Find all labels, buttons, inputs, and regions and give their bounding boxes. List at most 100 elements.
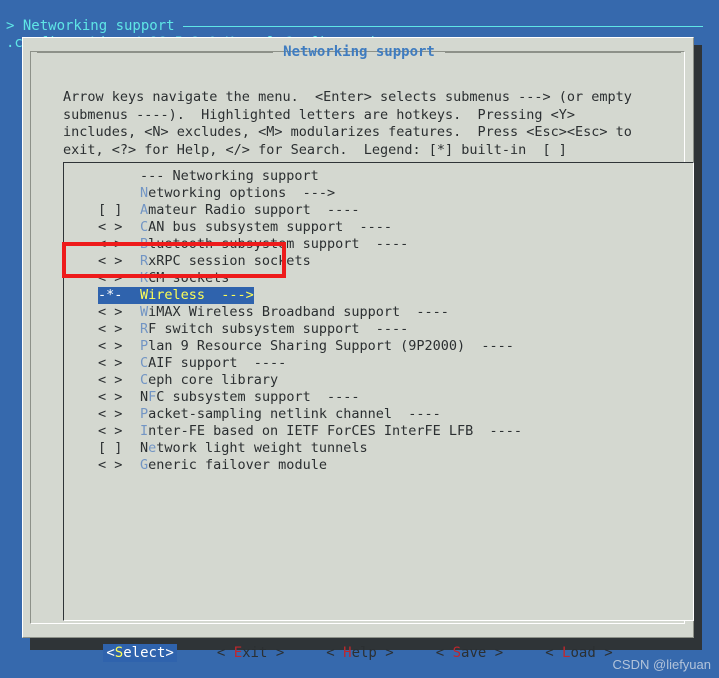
dialog-title-rule-left xyxy=(37,51,274,53)
button-bracket-close: > xyxy=(267,644,285,661)
button-hotkey: H xyxy=(343,644,352,661)
menu-item-submenu-marker: ---- xyxy=(310,202,360,218)
menu-item[interactable]: < > WiMAX Wireless Broadband support ---- xyxy=(64,304,693,321)
menu-item[interactable]: -*- Wireless ---> xyxy=(64,287,693,304)
menu-item-selection-highlight: -*- Wireless ---> xyxy=(98,287,254,304)
menu-item-hotkey: K xyxy=(140,270,149,286)
menu-item-submenu-marker: ---- xyxy=(400,304,449,320)
menu-item[interactable]: < > CAN bus subsystem support ---- xyxy=(64,219,693,236)
menu-item[interactable]: < > Ceph core library xyxy=(64,372,693,389)
menu-item-flag: < > xyxy=(98,372,123,388)
menu-item-flag: < > xyxy=(98,304,123,320)
menu-item-submenu-marker: ---- xyxy=(359,236,409,252)
breadcrumb-text: > Networking support xyxy=(6,17,175,34)
menu-item-hotkey: P xyxy=(140,338,149,354)
menuconfig-dialog: Networking support Arrow keys navigate t… xyxy=(22,37,694,663)
menu-item-label: iMAX Wireless Broadband support xyxy=(148,304,401,320)
breadcrumb: > Networking support xyxy=(6,17,711,35)
menu-item-label: lan 9 Resource Sharing Support (9P2000) xyxy=(148,338,466,354)
menu-item-label: Networking support xyxy=(172,168,319,184)
menu-item-submenu-marker: ---> xyxy=(286,185,336,201)
menu-item-hotkey: R xyxy=(140,321,149,337)
menu-item-label: luetooth subsystem support xyxy=(148,236,360,252)
menu-item[interactable]: < > RF switch subsystem support ---- xyxy=(64,321,693,338)
menu-item-label: mateur Radio support xyxy=(148,202,311,218)
menu-item[interactable]: < > KCM sockets xyxy=(64,270,693,287)
menu-item-hotkey: N xyxy=(140,185,149,201)
menu-item-label: etworking options xyxy=(148,185,287,201)
button-hotkey: S xyxy=(452,644,462,661)
menu-item-flag: < > xyxy=(98,253,123,269)
menu-item[interactable]: --- Networking support xyxy=(64,168,693,185)
menu-item-flag: -*- xyxy=(98,287,123,303)
button-label: ave xyxy=(461,644,487,661)
dialog-title-rule-right xyxy=(444,51,681,53)
menu-item-submenu-marker: ---- xyxy=(465,338,514,354)
menu-item-hotkey: I xyxy=(140,423,149,439)
menu-item[interactable]: [ ] Amateur Radio support ---- xyxy=(64,202,693,219)
help-button[interactable]: < Help > xyxy=(324,644,395,663)
button-bar: <Select> < Exit > < Help > < Save > < Load > xyxy=(23,638,695,668)
menu-item-flag: < > xyxy=(98,423,123,439)
menu-item-hotkey: G xyxy=(140,457,149,473)
exit-button[interactable]: < Exit > xyxy=(215,644,286,663)
menu-item[interactable]: < > Packet-sampling netlink channel ---- xyxy=(64,406,693,423)
menu-item[interactable]: Networking options ---> xyxy=(64,185,693,202)
menu-list-box: --- Networking support Networking options… xyxy=(63,162,694,621)
menu-item-hotkey: C xyxy=(140,372,149,388)
menu-item-label: ireless xyxy=(148,287,206,303)
button-bracket-open: < xyxy=(435,644,453,661)
load-button[interactable]: < Load > xyxy=(543,644,614,663)
dialog-title: Networking support xyxy=(283,43,435,60)
menu-item-hotkey: W xyxy=(140,287,149,303)
save-button[interactable]: < Save > xyxy=(434,644,505,663)
menu-item-hotkey: R xyxy=(140,253,149,269)
menu-item-hotkey: C xyxy=(140,219,149,235)
button-bracket-open: < xyxy=(106,644,115,661)
menu-item[interactable]: < > NFC subsystem support ---- xyxy=(64,389,693,406)
menu-item-prefix: N xyxy=(140,389,149,405)
menu-item[interactable]: < > Plan 9 Resource Sharing Support (9P20… xyxy=(64,338,693,355)
menu-item-submenu-marker: ---- xyxy=(359,321,409,337)
menu-item-submenu-marker: ---- xyxy=(343,219,392,235)
menu-item-hotkey: W xyxy=(140,304,149,320)
button-bracket-close: > xyxy=(376,644,394,661)
button-bracket-close: > xyxy=(595,644,613,661)
menu-items-container[interactable]: --- Networking support Networking options… xyxy=(64,168,693,474)
menu-item-label: CM sockets xyxy=(148,270,230,286)
menu-item-flag: [ ] xyxy=(98,440,123,456)
menu-item-flag: < > xyxy=(98,355,123,371)
menu-item[interactable]: < > Inter-FE based on IETF ForCES InterFE… xyxy=(64,423,693,440)
watermark: CSDN @liefyuan xyxy=(612,657,711,673)
menu-item-submenu-marker: ---- xyxy=(310,389,360,405)
menu-item-submenu-marker: ---- xyxy=(237,355,287,371)
button-bracket-open: < xyxy=(545,644,563,661)
menu-item[interactable]: < > CAIF support ---- xyxy=(64,355,693,372)
menu-item-flag: < > xyxy=(98,338,123,354)
menu-item-prefix: --- xyxy=(140,168,173,184)
menu-item-flag: < > xyxy=(98,321,123,337)
menu-item-flag: < > xyxy=(98,457,123,473)
button-label: oad xyxy=(570,644,596,661)
menu-item-prefix: N xyxy=(140,440,149,456)
menu-item-flag: < > xyxy=(98,236,123,252)
menu-item[interactable]: [ ] Network light weight tunnels xyxy=(64,440,693,457)
menu-item-flag: [ ] xyxy=(98,202,123,218)
menu-item-flag: < > xyxy=(98,389,123,405)
menu-item-hotkey: B xyxy=(140,236,149,252)
menu-item-label: F switch subsystem support xyxy=(148,321,360,337)
menu-item-submenu-marker: ---- xyxy=(473,423,523,439)
menu-item[interactable]: < > RxRPC session sockets xyxy=(64,253,693,270)
menu-item-label: C subsystem support xyxy=(156,389,311,405)
menu-item-flag: < > xyxy=(98,270,123,286)
breadcrumb-rule xyxy=(182,25,703,27)
menu-item-label: eph core library xyxy=(148,372,279,388)
select-button[interactable]: <Select> xyxy=(103,643,177,663)
button-hotkey: E xyxy=(233,644,243,661)
menu-item[interactable]: < > Generic failover module xyxy=(64,457,693,474)
button-label: xit xyxy=(242,644,268,661)
button-bracket-open: < xyxy=(326,644,344,661)
menu-item[interactable]: < > Bluetooth subsystem support ---- xyxy=(64,236,693,253)
button-hotkey: S xyxy=(114,644,124,661)
menu-item-label: AN bus subsystem support xyxy=(148,219,344,235)
